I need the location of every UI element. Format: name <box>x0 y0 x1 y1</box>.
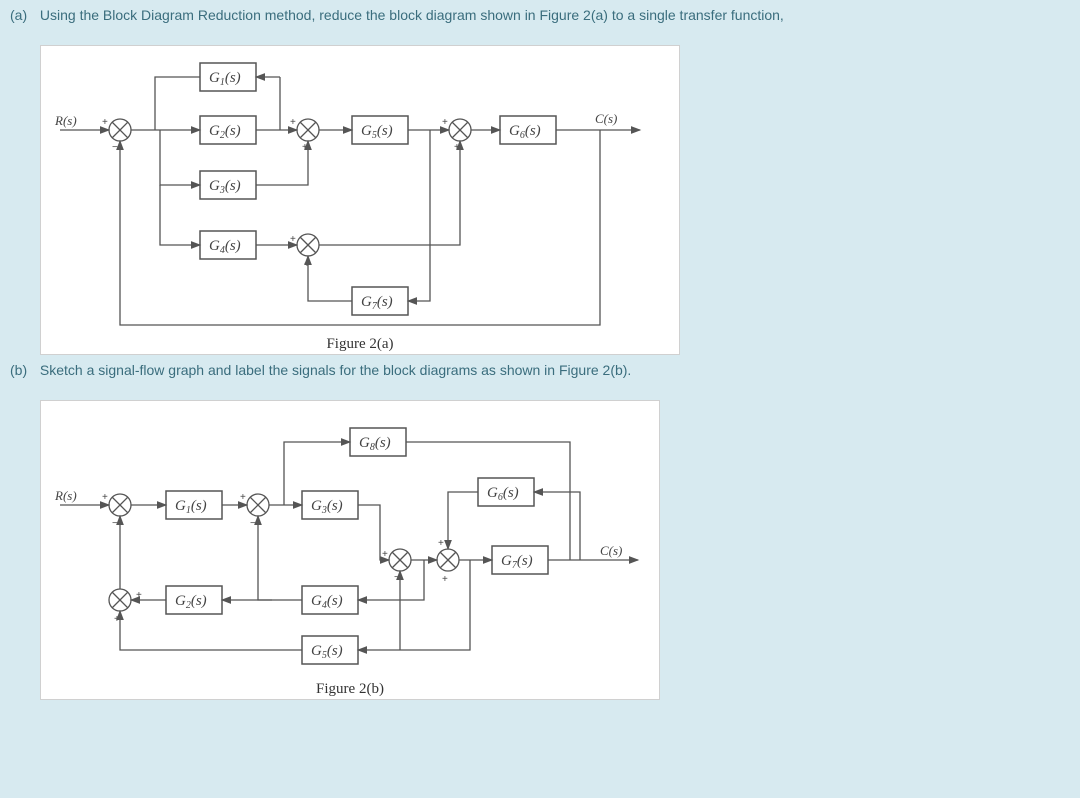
block-b-g6: G6(s) <box>478 478 534 506</box>
svg-text:G5(s): G5(s) <box>311 643 343 661</box>
block-diagram-b: R(s) C(s) +− +− +− ++ ++ G1(s) G3(s) G8(… <box>40 400 660 676</box>
block-b-g2: G2(s) <box>166 586 222 614</box>
input-label-b: R(s) <box>54 488 77 503</box>
svg-text:−: − <box>112 518 118 529</box>
svg-text:+: + <box>382 549 388 560</box>
svg-text:+: + <box>240 492 246 503</box>
svg-text:G7(s): G7(s) <box>501 553 533 571</box>
question-b: (b) Sketch a signal-flow graph and label… <box>0 355 1080 396</box>
input-label-a: R(s) <box>54 113 77 128</box>
block-b-g1: G1(s) <box>166 491 222 519</box>
block-g7: G7(s) <box>352 287 408 315</box>
svg-text:+: + <box>290 117 296 128</box>
output-label-a: C(s) <box>595 111 617 126</box>
block-b-g4: G4(s) <box>302 586 358 614</box>
svg-text:G5(s): G5(s) <box>361 123 393 141</box>
svg-text:G4(s): G4(s) <box>311 593 343 611</box>
svg-text:−: − <box>250 518 256 529</box>
svg-text:−: − <box>112 142 118 153</box>
output-label-b: C(s) <box>600 543 622 558</box>
sum-s1: +− <box>102 117 131 153</box>
figure-2b-caption: Figure 2(b) <box>40 679 660 698</box>
svg-text:+: + <box>442 574 448 585</box>
svg-text:+: + <box>454 142 460 153</box>
question-a: (a) Using the Block Diagram Reduction me… <box>0 0 1080 41</box>
svg-text:G6(s): G6(s) <box>509 123 541 141</box>
question-b-text: Sketch a signal-flow graph and label the… <box>40 362 631 378</box>
svg-text:G4(s): G4(s) <box>209 238 241 256</box>
sum-b5: ++ <box>109 589 142 625</box>
question-b-label: (b) <box>10 361 36 380</box>
svg-text:G3(s): G3(s) <box>209 178 241 196</box>
sum-s3: ++ <box>442 117 471 153</box>
svg-text:+: + <box>302 142 308 153</box>
sum-b3: +− <box>382 549 411 583</box>
svg-text:G1(s): G1(s) <box>209 70 241 88</box>
svg-text:G3(s): G3(s) <box>311 498 343 516</box>
figure-2a-caption: Figure 2(a) <box>40 334 680 353</box>
svg-text:G2(s): G2(s) <box>175 593 207 611</box>
block-g2: G2(s) <box>200 116 256 144</box>
svg-text:G2(s): G2(s) <box>209 123 241 141</box>
svg-text:+: + <box>438 538 444 549</box>
sum-s4: ++ <box>290 234 319 270</box>
sum-s2: ++ <box>290 117 319 153</box>
svg-text:+: + <box>136 590 142 601</box>
block-g1: G1(s) <box>200 63 256 91</box>
block-b-g8: G8(s) <box>350 428 406 456</box>
question-a-text: Using the Block Diagram Reduction method… <box>40 7 784 23</box>
block-b-g3: G3(s) <box>302 491 358 519</box>
block-g3: G3(s) <box>200 171 256 199</box>
block-g5: G5(s) <box>352 116 408 144</box>
block-b-g5: G5(s) <box>302 636 358 664</box>
svg-text:+: + <box>442 117 448 128</box>
figure-2a: R(s) C(s) +− ++ ++ ++ G1(s) G2(s) G3(s) … <box>40 45 680 355</box>
question-a-label: (a) <box>10 6 36 25</box>
svg-text:G1(s): G1(s) <box>175 498 207 516</box>
svg-text:+: + <box>290 234 296 245</box>
svg-text:+: + <box>304 259 310 270</box>
svg-text:−: − <box>394 572 400 583</box>
block-g4: G4(s) <box>200 231 256 259</box>
sum-b1: +− <box>102 492 131 529</box>
svg-text:G7(s): G7(s) <box>361 294 393 312</box>
svg-text:G8(s): G8(s) <box>359 435 391 453</box>
figure-2b: R(s) C(s) +− +− +− ++ ++ G1(s) G3(s) G8(… <box>40 400 660 700</box>
svg-text:+: + <box>114 614 120 625</box>
sum-b2: +− <box>240 492 269 529</box>
block-diagram-a: R(s) C(s) +− ++ ++ ++ G1(s) G2(s) G3(s) … <box>40 45 680 331</box>
svg-text:+: + <box>102 492 108 503</box>
svg-text:G6(s): G6(s) <box>487 485 519 503</box>
svg-text:+: + <box>102 117 108 128</box>
block-g6: G6(s) <box>500 116 556 144</box>
block-b-g7: G7(s) <box>492 546 548 574</box>
